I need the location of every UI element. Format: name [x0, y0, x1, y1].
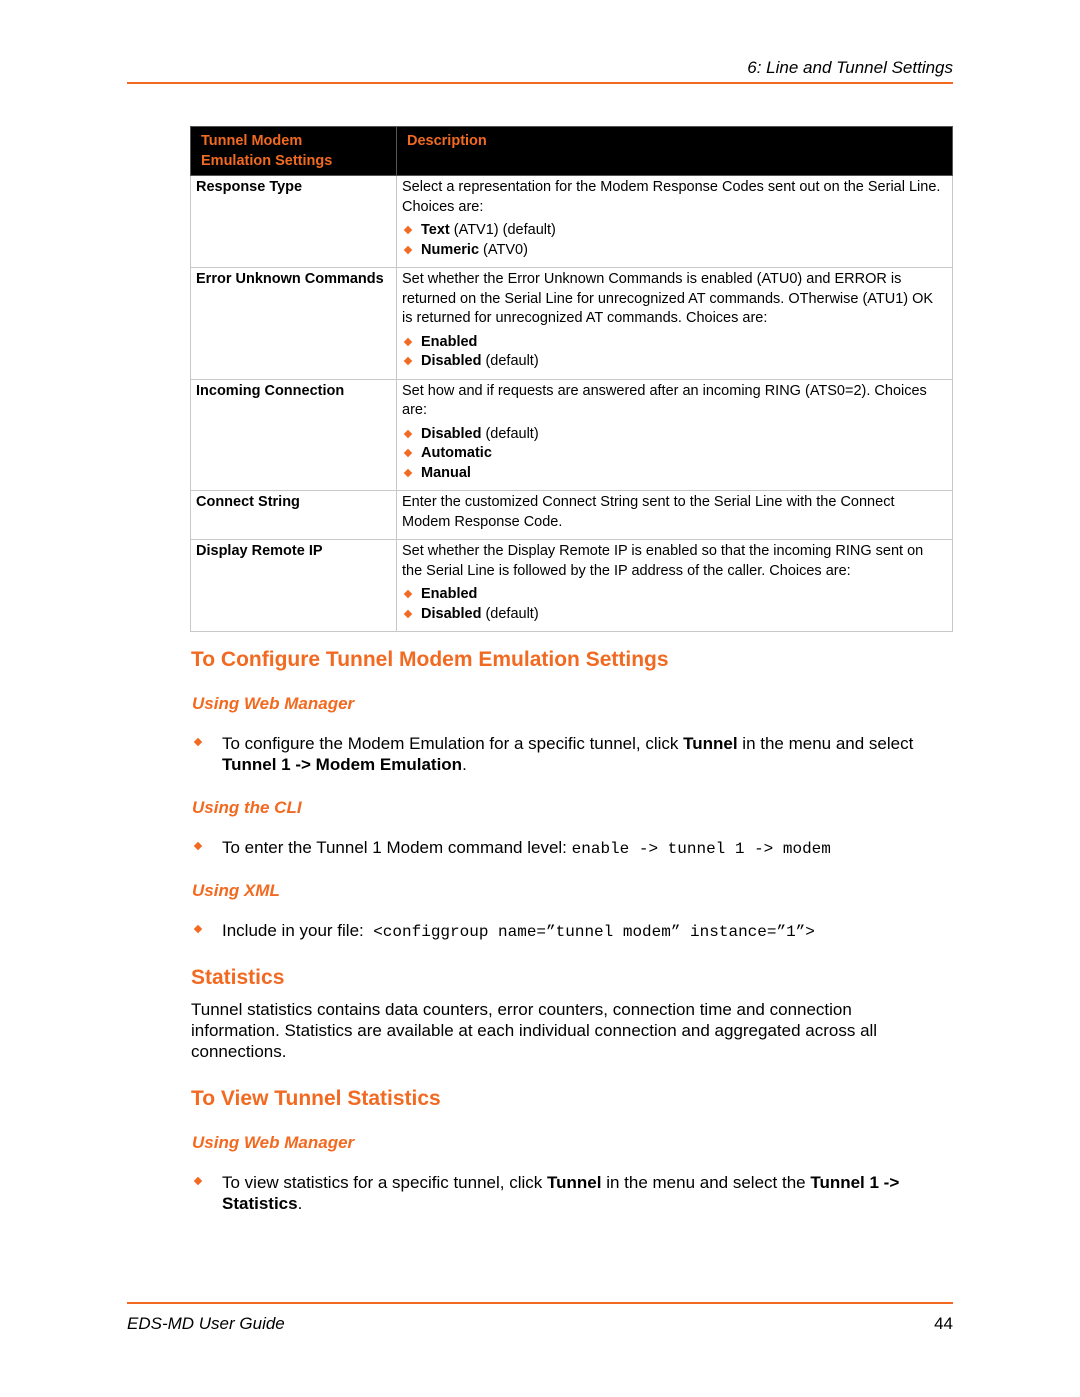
choices-list: Disabled (default) Automatic Manual: [402, 425, 946, 484]
setting-name: Connect String: [190, 490, 397, 540]
choice-value: Text: [421, 222, 450, 238]
section-title-statistics: Statistics: [191, 966, 285, 989]
choice-value: Automatic: [421, 445, 492, 461]
footer-page-number: 44: [934, 1314, 953, 1333]
choice-value: Disabled: [421, 353, 482, 369]
menu-path: Tunnel 1 -> Modem Emulation: [222, 755, 463, 774]
settings-table: Tunnel Modem Emulation Settings Descript…: [190, 126, 953, 632]
choice-item: Enabled: [402, 585, 946, 605]
choice-item: Disabled (default): [402, 605, 946, 625]
choice-value: Enabled: [421, 333, 478, 350]
column-header-description: Description: [396, 126, 953, 176]
footer-guide-title: EDS-MD User Guide: [127, 1314, 285, 1333]
choices-list: Enabled Disabled (default): [402, 585, 946, 624]
xml-instruction: Include in your file: <configgroup name=…: [193, 920, 962, 943]
bullet-diamond-icon: [403, 225, 413, 235]
statistics-body: Tunnel statistics contains data counters…: [191, 1000, 878, 1061]
cli-command: enable -> tunnel 1 -> modem: [571, 840, 831, 858]
column-header-setting: Tunnel Modem Emulation Settings: [190, 126, 397, 176]
running-header-chapter: 6: Line and Tunnel Settings: [747, 58, 953, 77]
instruction-text: .: [462, 755, 467, 774]
instruction-text: in the menu and select the: [601, 1173, 811, 1192]
table-row: Incoming Connection Set how and if reques…: [190, 378, 953, 491]
setting-name: Incoming Connection: [190, 378, 397, 491]
view-stats-instruction: To view statistics for a specific tunnel…: [193, 1172, 962, 1214]
bullet-diamond-icon: [193, 737, 203, 747]
subheading-web-manager: Using Web Manager: [192, 694, 355, 713]
description-text: Enter the customized Connect String sent…: [402, 494, 895, 530]
bullet-diamond-icon: [193, 1176, 203, 1186]
choice-value: Manual: [421, 464, 471, 481]
bullet-diamond-icon: [193, 924, 203, 934]
setting-description: Set how and if requests are answered aft…: [396, 378, 953, 491]
description-text: Set whether the Display Remote IP is ena…: [402, 543, 924, 579]
choice-note: (default): [481, 605, 539, 622]
cli-instruction: To enter the Tunnel 1 Modem command leve…: [193, 837, 962, 860]
setting-description: Set whether the Display Remote IP is ena…: [396, 539, 953, 632]
choice-value: Enabled: [421, 586, 478, 602]
bullet-diamond-icon: [403, 245, 413, 254]
choices-list: Text (ATV1) (default) Numeric (ATV0): [402, 221, 946, 260]
xml-code: <configgroup name=”tunnel modem” instanc…: [373, 923, 815, 941]
bullet-diamond-icon: [403, 468, 413, 477]
choice-value: Numeric: [421, 241, 480, 258]
description-text: Set how and if requests are answered aft…: [402, 382, 927, 419]
column-header-line2: Emulation Settings: [201, 152, 333, 169]
bullet-diamond-icon: [403, 589, 413, 599]
bullet-diamond-icon: [403, 429, 413, 438]
instruction-text: Include in your file:: [222, 921, 374, 940]
instruction-text: in the menu and select: [737, 734, 914, 753]
setting-description: Set whether the Error Unknown Commands i…: [396, 267, 953, 380]
instruction-text: To configure the Modem Emulation for a s…: [222, 734, 684, 753]
choice-item: Manual: [402, 464, 946, 484]
setting-name: Display Remote IP: [190, 539, 397, 632]
menu-term-tunnel: Tunnel: [547, 1173, 602, 1192]
choice-note: (ATV0): [479, 241, 528, 258]
instruction-text: To enter the Tunnel 1 Modem command leve…: [222, 838, 572, 857]
description-text: Set whether the Error Unknown Commands i…: [402, 271, 934, 326]
bullet-diamond-icon: [193, 841, 203, 851]
choice-note: (default): [481, 353, 539, 369]
choice-note: (default): [481, 425, 539, 442]
footer-rule: [127, 1302, 953, 1304]
setting-name: Error Unknown Commands: [190, 267, 397, 380]
choice-value: Disabled: [421, 425, 482, 442]
section-title-configure: To Configure Tunnel Modem Emulation Sett…: [191, 648, 669, 671]
choice-item: Text (ATV1) (default): [402, 221, 946, 241]
bullet-diamond-icon: [403, 356, 413, 366]
instruction-text: To view statistics for a specific tunnel…: [222, 1173, 548, 1192]
description-text: Select a representation for the Modem Re…: [402, 179, 941, 215]
subheading-xml: Using XML: [192, 881, 280, 900]
choice-item: Numeric (ATV0): [402, 241, 946, 261]
web-manager-instruction: To configure the Modem Emulation for a s…: [193, 733, 962, 775]
bullet-diamond-icon: [403, 337, 413, 346]
table-row: Connect String Enter the customized Conne…: [190, 490, 953, 540]
table-row: Response Type Select a representation for…: [190, 175, 953, 268]
bullet-diamond-icon: [403, 448, 413, 458]
choice-value: Disabled: [421, 605, 482, 622]
subheading-web-manager-stats: Using Web Manager: [192, 1133, 355, 1152]
setting-description: Select a representation for the Modem Re…: [396, 175, 953, 268]
bullet-diamond-icon: [403, 609, 413, 618]
choice-item: Automatic: [402, 444, 946, 464]
choices-list: Enabled Disabled (default): [402, 333, 946, 372]
table-row: Display Remote IP Set whether the Display…: [190, 539, 953, 632]
choice-note: (ATV1) (default): [449, 222, 556, 238]
table-row: Error Unknown Commands Set whether the Er…: [190, 267, 953, 380]
setting-description: Enter the customized Connect String sent…: [396, 490, 953, 540]
choice-item: Disabled (default): [402, 425, 946, 445]
header-rule: [127, 82, 953, 84]
subheading-cli: Using the CLI: [192, 798, 302, 817]
column-header-line1: Tunnel Modem: [201, 133, 303, 149]
section-title-view-statistics: To View Tunnel Statistics: [191, 1087, 441, 1110]
table-header-row: Tunnel Modem Emulation Settings Descript…: [190, 126, 953, 176]
menu-term-tunnel: Tunnel: [683, 734, 738, 753]
choice-item: Disabled (default): [402, 352, 946, 372]
setting-name: Response Type: [190, 175, 397, 268]
choice-item: Enabled: [402, 333, 946, 353]
instruction-text: .: [297, 1194, 303, 1213]
